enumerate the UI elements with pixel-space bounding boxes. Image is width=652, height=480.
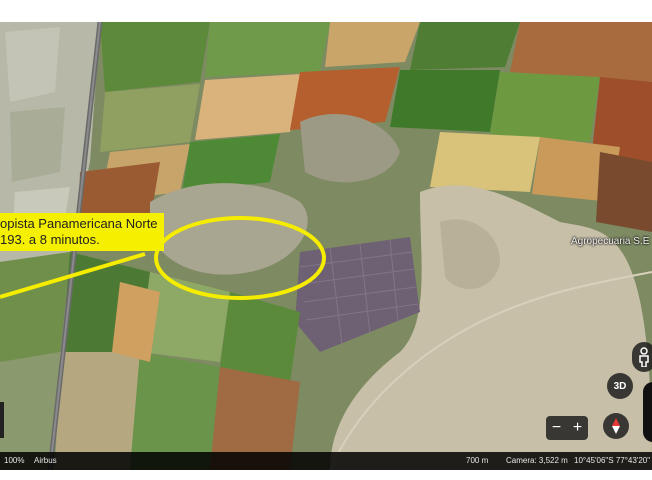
zoom-out-button[interactable]: − — [546, 419, 567, 437]
view-3d-button[interactable]: 3D — [607, 373, 633, 399]
bottom-margin — [0, 470, 652, 480]
scale-label: 700 m — [466, 456, 489, 465]
callout-line-2: 193. a 8 minutos. — [0, 232, 100, 247]
right-edge-control[interactable] — [643, 382, 652, 442]
location-callout: opista Panamericana Norte 193. a 8 minut… — [0, 213, 164, 251]
camera-altitude: Camera: 3,522 m — [506, 456, 568, 465]
imagery-credit: Airbus — [34, 456, 57, 465]
left-edge-control — [0, 402, 4, 438]
compass-icon — [612, 418, 620, 434]
place-label-agropecuaria: Agropecuaria S.E — [571, 236, 650, 247]
status-bar: 100% Airbus 700 m Camera: 3,522 m 10°45'… — [0, 452, 652, 470]
person-icon — [639, 347, 649, 367]
zoom-in-button[interactable]: + — [567, 419, 588, 437]
street-view-pegman-button[interactable] — [632, 342, 652, 372]
coordinates: 10°45'06"S 77°43'20" — [574, 456, 651, 465]
zoom-level: 100% — [4, 456, 25, 465]
zoom-controls: − + — [546, 416, 588, 440]
callout-line-1: opista Panamericana Norte — [0, 216, 158, 231]
compass-button[interactable] — [603, 413, 629, 439]
